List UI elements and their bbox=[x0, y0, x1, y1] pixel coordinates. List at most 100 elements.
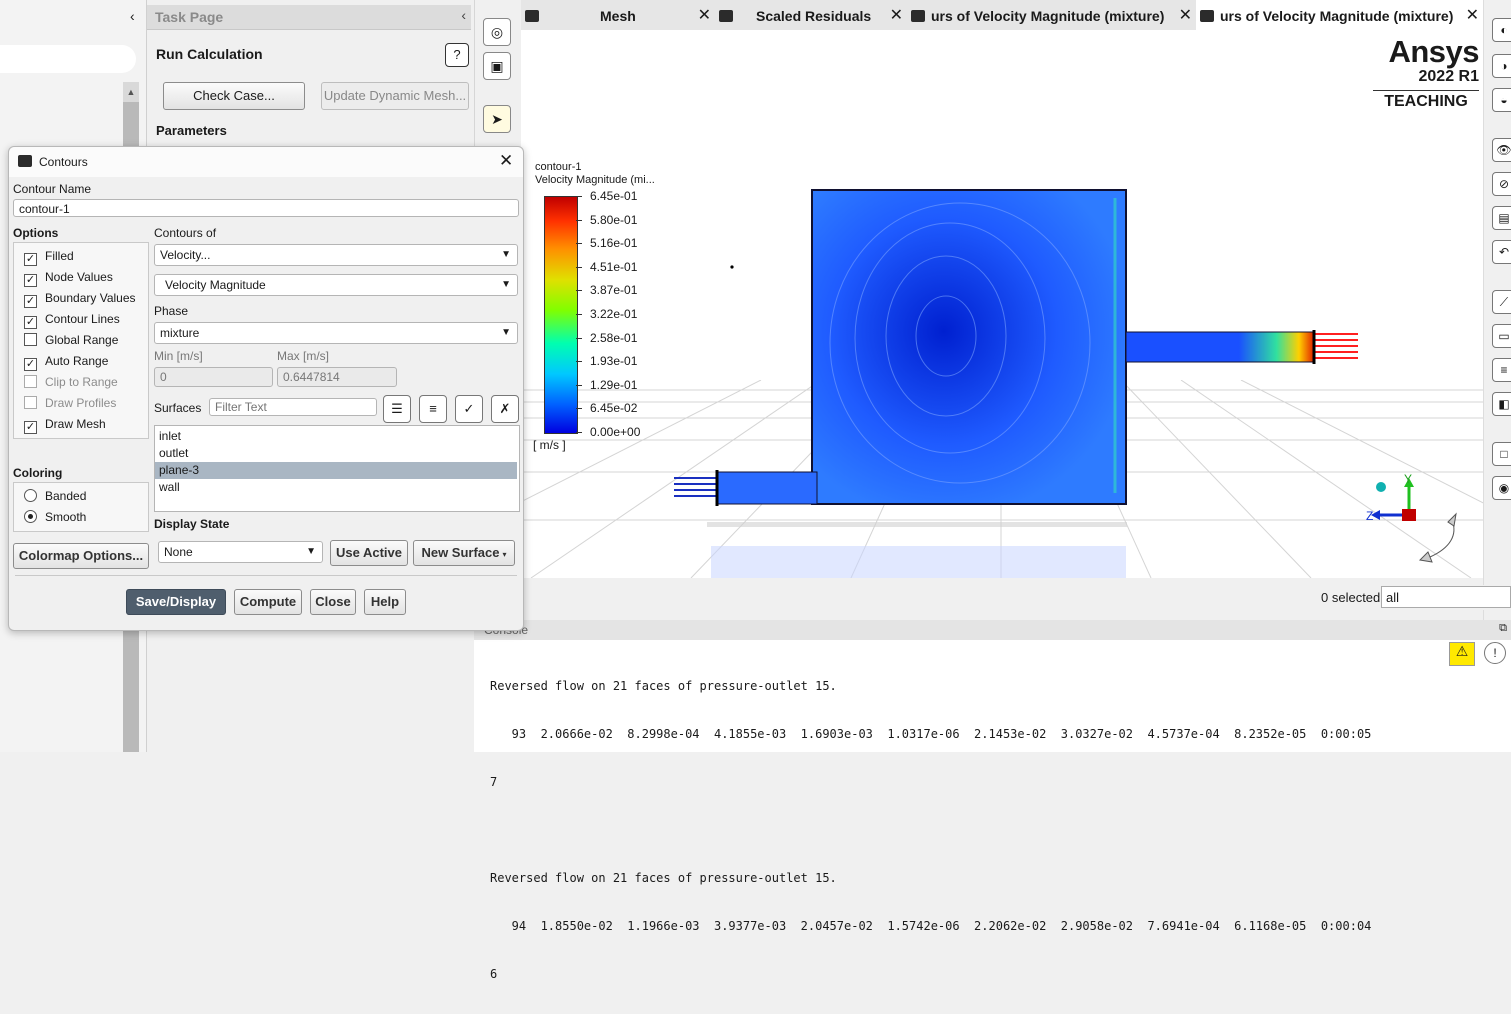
display-state-select[interactable]: None ▼ bbox=[158, 541, 323, 563]
tree-collapse-icon[interactable]: ‹ bbox=[130, 8, 135, 24]
compute-button[interactable]: Compute bbox=[234, 589, 302, 615]
list-item[interactable]: plane-3 bbox=[155, 462, 517, 479]
contours-dialog: Contours ✕ Contour Name contour-1 Option… bbox=[8, 146, 524, 631]
option-contour-lines[interactable]: ✓ Contour Lines bbox=[24, 310, 120, 329]
selection-filter-select[interactable]: all bbox=[1381, 586, 1511, 608]
legend-tick bbox=[576, 338, 582, 339]
tab-mesh[interactable]: Mesh ✕ bbox=[521, 0, 715, 30]
option-draw-mesh[interactable]: ✓ Draw Mesh bbox=[24, 415, 106, 434]
checkbox-icon[interactable] bbox=[24, 375, 37, 388]
pointer-icon[interactable]: ➤ bbox=[483, 105, 511, 133]
material-icon[interactable]: ◒ bbox=[1492, 88, 1511, 112]
tab-label: urs of Velocity Magnitude (mixture) bbox=[931, 8, 1165, 24]
legend-tick bbox=[576, 385, 582, 386]
check-case-button[interactable]: Check Case... bbox=[163, 82, 305, 110]
close-icon[interactable]: ✕ bbox=[1179, 0, 1192, 30]
close-button[interactable]: Close bbox=[310, 589, 356, 615]
close-icon[interactable]: ✕ bbox=[1466, 0, 1479, 30]
select-dropdown-icon[interactable]: ≡ bbox=[419, 395, 447, 423]
lighting-icon[interactable]: ◐ bbox=[1492, 18, 1511, 42]
graphics-tabbar: Mesh ✕ Scaled Residuals ✕ urs of Velocit… bbox=[521, 0, 1483, 30]
mesh-sphere-icon[interactable]: ◎ bbox=[483, 18, 511, 46]
checkbox-icon[interactable] bbox=[24, 333, 37, 346]
list-item[interactable]: inlet bbox=[155, 428, 517, 445]
deselect-all-icon[interactable]: ✗ bbox=[491, 395, 519, 423]
checkbox-icon[interactable]: ✓ bbox=[24, 358, 37, 371]
camera-icon[interactable]: ◉ bbox=[1492, 476, 1511, 500]
options-label: Options bbox=[13, 226, 59, 240]
select-all-icon[interactable]: ✓ bbox=[455, 395, 483, 423]
window-icon[interactable]: □ bbox=[1492, 442, 1511, 466]
checkbox-icon[interactable] bbox=[24, 396, 37, 409]
contours-of-select[interactable]: Velocity... ▼ bbox=[154, 244, 518, 266]
info-icon[interactable]: ! bbox=[1484, 642, 1506, 664]
view-eye-icon[interactable]: 👁 bbox=[1492, 138, 1511, 162]
option-filled[interactable]: ✓ Filled bbox=[24, 247, 74, 266]
scroll-up-icon[interactable]: ▲ bbox=[123, 82, 139, 102]
option-node-values[interactable]: ✓ Node Values bbox=[24, 268, 113, 287]
new-surface-button[interactable]: New Surface ▾ bbox=[413, 540, 515, 566]
tab-scaled-residuals[interactable]: Scaled Residuals ✕ bbox=[715, 0, 907, 30]
option-global-range[interactable]: Global Range bbox=[24, 331, 118, 349]
checkbox-icon[interactable]: ✓ bbox=[24, 316, 37, 329]
tab-label: Scaled Residuals bbox=[756, 8, 872, 24]
console-line: 93 2.0666e-02 8.2998e-04 4.1855e-03 1.69… bbox=[490, 727, 1372, 741]
list-item[interactable]: outlet bbox=[155, 445, 517, 462]
legend-tick bbox=[576, 267, 582, 268]
radio-icon[interactable] bbox=[24, 489, 37, 502]
option-draw-profiles[interactable]: Draw Profiles bbox=[24, 394, 116, 412]
plot-icon[interactable]: ⟋ bbox=[1492, 290, 1511, 314]
undo-view-icon[interactable]: ↶ bbox=[1492, 240, 1511, 264]
checkbox-icon[interactable]: ✓ bbox=[24, 421, 37, 434]
dialog-titlebar[interactable]: Contours ✕ bbox=[9, 147, 523, 177]
option-clip-to-range[interactable]: Clip to Range bbox=[24, 373, 118, 391]
checkbox-icon[interactable]: ✓ bbox=[24, 295, 37, 308]
phase-select[interactable]: mixture ▼ bbox=[154, 322, 518, 344]
option-boundary-values[interactable]: ✓ Boundary Values bbox=[24, 289, 136, 308]
contour-name-input[interactable]: contour-1 bbox=[13, 199, 519, 217]
collapse-icon[interactable]: ‹ bbox=[461, 7, 466, 23]
list-item[interactable]: wall bbox=[155, 479, 517, 496]
shading-icon[interactable]: ◑ bbox=[1492, 54, 1511, 78]
console-panel[interactable]: Console ⧉ Reversed flow on 21 faces of p… bbox=[474, 620, 1511, 981]
surfaces-filter-input[interactable] bbox=[209, 398, 377, 416]
report-icon[interactable]: ≡ bbox=[1492, 358, 1511, 382]
colormap-options-button[interactable]: Colormap Options... bbox=[13, 543, 149, 569]
contours-of-sub-select[interactable]: Velocity Magnitude ▼ bbox=[154, 274, 518, 296]
close-icon[interactable]: ✕ bbox=[499, 151, 513, 171]
tab-label: urs of Velocity Magnitude (mixture) bbox=[1220, 8, 1454, 24]
max-input[interactable]: 0.6447814 bbox=[277, 367, 397, 387]
hide-icon[interactable]: ⊘ bbox=[1492, 172, 1511, 196]
maximize-icon[interactable]: ⧉ bbox=[1499, 622, 1507, 635]
tree-search-input[interactable] bbox=[0, 45, 136, 73]
phase-label: Phase bbox=[154, 304, 189, 318]
surfaces-list[interactable]: inlet outlet plane-3 wall bbox=[154, 425, 520, 512]
coloring-smooth[interactable]: Smooth bbox=[24, 508, 86, 526]
update-dynamic-mesh-button[interactable]: Update Dynamic Mesh... bbox=[321, 82, 469, 110]
axis-triad[interactable] bbox=[1360, 470, 1470, 570]
fit-view-icon[interactable]: ▣ bbox=[483, 52, 511, 80]
option-auto-range[interactable]: ✓ Auto Range bbox=[24, 352, 108, 371]
help-icon[interactable]: ? bbox=[445, 43, 469, 67]
ruler-icon[interactable]: ▭ bbox=[1492, 324, 1511, 348]
min-label: Min [m/s] bbox=[154, 349, 203, 363]
coloring-banded[interactable]: Banded bbox=[24, 487, 86, 505]
min-input[interactable]: 0 bbox=[154, 367, 273, 387]
tab-contours-2[interactable]: urs of Velocity Magnitude (mixture) ✕ bbox=[1196, 0, 1483, 30]
colorbar bbox=[544, 196, 578, 434]
checkbox-icon[interactable]: ✓ bbox=[24, 253, 37, 266]
checkbox-icon[interactable]: ✓ bbox=[24, 274, 37, 287]
display-icon[interactable]: ▤ bbox=[1492, 206, 1511, 230]
save-display-button[interactable]: Save/Display bbox=[126, 589, 226, 615]
warning-icon[interactable]: ⚠ bbox=[1449, 642, 1475, 666]
probe-icon[interactable]: ◧ bbox=[1492, 392, 1511, 416]
legend-tick-label: 5.16e-01 bbox=[590, 236, 638, 250]
radio-icon[interactable] bbox=[24, 510, 37, 523]
use-active-button[interactable]: Use Active bbox=[330, 540, 408, 566]
close-icon[interactable]: ✕ bbox=[698, 0, 711, 30]
filter-options-icon[interactable]: ☰ bbox=[383, 395, 411, 423]
tab-contours-1[interactable]: urs of Velocity Magnitude (mixture) ✕ bbox=[907, 0, 1196, 30]
contour-plot[interactable] bbox=[670, 188, 1370, 508]
close-icon[interactable]: ✕ bbox=[890, 0, 903, 30]
help-button[interactable]: Help bbox=[364, 589, 406, 615]
